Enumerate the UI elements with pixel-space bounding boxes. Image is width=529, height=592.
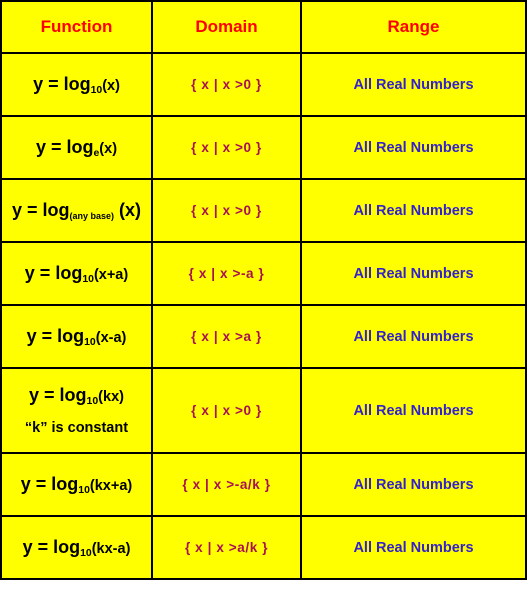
function-formula: y = log10(x+a): [2, 263, 151, 286]
cell-domain: { x | x >a }: [151, 304, 302, 369]
domain-expression: { x | x >-a/k }: [182, 477, 271, 492]
function-prefix: y = log: [24, 263, 83, 284]
table-header-row: Function Domain Range: [0, 0, 527, 54]
function-base: 10: [80, 548, 92, 560]
column-header-range-label: Range: [387, 17, 440, 36]
function-base: e: [93, 148, 100, 160]
column-header-domain-label: Domain: [195, 17, 258, 36]
table-row: y = log10(x) { x | x >0 } All Real Numbe…: [0, 52, 527, 117]
function-suffix: (x): [102, 78, 120, 95]
cell-function: y = log10(kx+a): [0, 452, 153, 517]
cell-range: All Real Numbers: [300, 452, 527, 517]
cell-domain: { x | x >0 }: [151, 178, 302, 243]
function-suffix: (kx): [98, 389, 124, 406]
range-expression: All Real Numbers: [353, 476, 474, 493]
domain-expression: { x | x >a/k }: [184, 540, 269, 555]
range-expression: All Real Numbers: [353, 76, 474, 93]
cell-range: All Real Numbers: [300, 515, 527, 580]
function-base: 10: [86, 396, 99, 408]
function-base: 10: [84, 337, 96, 349]
domain-expression: { x | x >0 }: [191, 403, 262, 418]
function-suffix: (kx+a): [89, 478, 133, 495]
function-prefix: y = log: [12, 200, 70, 221]
table-row: y = log10(x+a) { x | x >-a } All Real Nu…: [0, 241, 527, 306]
function-suffix: (x-a): [95, 330, 127, 347]
cell-function: y = log(any base) (x): [0, 178, 153, 243]
cell-range: All Real Numbers: [300, 115, 527, 180]
function-prefix: y = log: [22, 537, 81, 558]
function-formula: y = log10(x-a): [2, 326, 151, 349]
function-base: 10: [82, 274, 94, 286]
column-header-function-label: Function: [40, 17, 113, 36]
domain-expression: { x | x >0 }: [191, 140, 262, 155]
cell-function: y = log10(kx-a): [0, 515, 153, 580]
function-base: 10: [90, 85, 103, 97]
range-expression: All Real Numbers: [353, 402, 474, 419]
function-formula: y = log10(kx-a): [2, 537, 151, 560]
cell-range: All Real Numbers: [300, 304, 527, 369]
cell-function: y = log10(x): [0, 52, 153, 117]
function-formula: y = loge(x): [2, 137, 151, 160]
function-suffix: (x+a): [93, 267, 129, 284]
function-note: “k” is constant: [24, 419, 129, 436]
cell-function: y = log10(x-a): [0, 304, 153, 369]
table-row: y = log10(x-a) { x | x >a } All Real Num…: [0, 304, 527, 369]
cell-domain: { x | x >-a }: [151, 241, 302, 306]
domain-expression: { x | x >a }: [191, 329, 262, 344]
cell-domain: { x | x >-a/k }: [151, 452, 302, 517]
cell-function: y = log10(kx) “k” is constant: [0, 367, 153, 454]
cell-range: All Real Numbers: [300, 241, 527, 306]
function-base: 10: [78, 485, 90, 497]
function-suffix: (x): [99, 141, 118, 158]
cell-function: y = log10(x+a): [0, 241, 153, 306]
cell-domain: { x | x >0 }: [151, 115, 302, 180]
function-formula: y = log10(x): [2, 74, 151, 97]
function-formula: y = log(any base) (x): [2, 200, 151, 221]
domain-expression: { x | x >0 }: [191, 77, 262, 92]
table-row: y = log10(kx) “k” is constant { x | x >0…: [0, 367, 527, 454]
cell-range: All Real Numbers: [300, 52, 527, 117]
table-row: y = loge(x) { x | x >0 } All Real Number…: [0, 115, 527, 180]
column-header-domain: Domain: [151, 0, 302, 54]
range-expression: All Real Numbers: [353, 328, 474, 345]
cell-domain: { x | x >0 }: [151, 367, 302, 454]
column-header-function: Function: [0, 0, 153, 54]
range-expression: All Real Numbers: [353, 139, 474, 156]
domain-expression: { x | x >-a }: [188, 266, 265, 281]
table-row: y = log10(kx+a) { x | x >-a/k } All Real…: [0, 452, 527, 517]
function-prefix: y = log: [20, 474, 79, 495]
function-prefix: y = log: [35, 137, 94, 158]
range-expression: All Real Numbers: [353, 539, 474, 556]
cell-range: All Real Numbers: [300, 178, 527, 243]
function-prefix: y = log: [29, 385, 87, 406]
function-suffix: (x): [113, 200, 141, 221]
function-formula: y = log10(kx+a): [2, 474, 151, 497]
column-header-range: Range: [300, 0, 527, 54]
cell-domain: { x | x >a/k }: [151, 515, 302, 580]
cell-domain: { x | x >0 }: [151, 52, 302, 117]
cell-function: y = loge(x): [0, 115, 153, 180]
cell-range: All Real Numbers: [300, 367, 527, 454]
logarithm-domain-range-table: Function Domain Range y = log10(x) { x |…: [0, 0, 527, 580]
table-row: y = log10(kx-a) { x | x >a/k } All Real …: [0, 515, 527, 580]
function-base: (any base): [69, 210, 114, 221]
range-expression: All Real Numbers: [353, 265, 474, 282]
function-prefix: y = log: [26, 326, 85, 347]
logarithm-reference-table-container: Function Domain Range y = log10(x) { x |…: [0, 0, 529, 592]
function-formula: y = log10(kx): [2, 385, 151, 408]
range-expression: All Real Numbers: [353, 202, 474, 219]
function-suffix: (kx-a): [91, 541, 131, 558]
table-row: y = log(any base) (x) { x | x >0 } All R…: [0, 178, 527, 243]
domain-expression: { x | x >0 }: [191, 203, 262, 218]
function-prefix: y = log: [33, 74, 91, 95]
table-body: y = log10(x) { x | x >0 } All Real Numbe…: [0, 52, 527, 580]
